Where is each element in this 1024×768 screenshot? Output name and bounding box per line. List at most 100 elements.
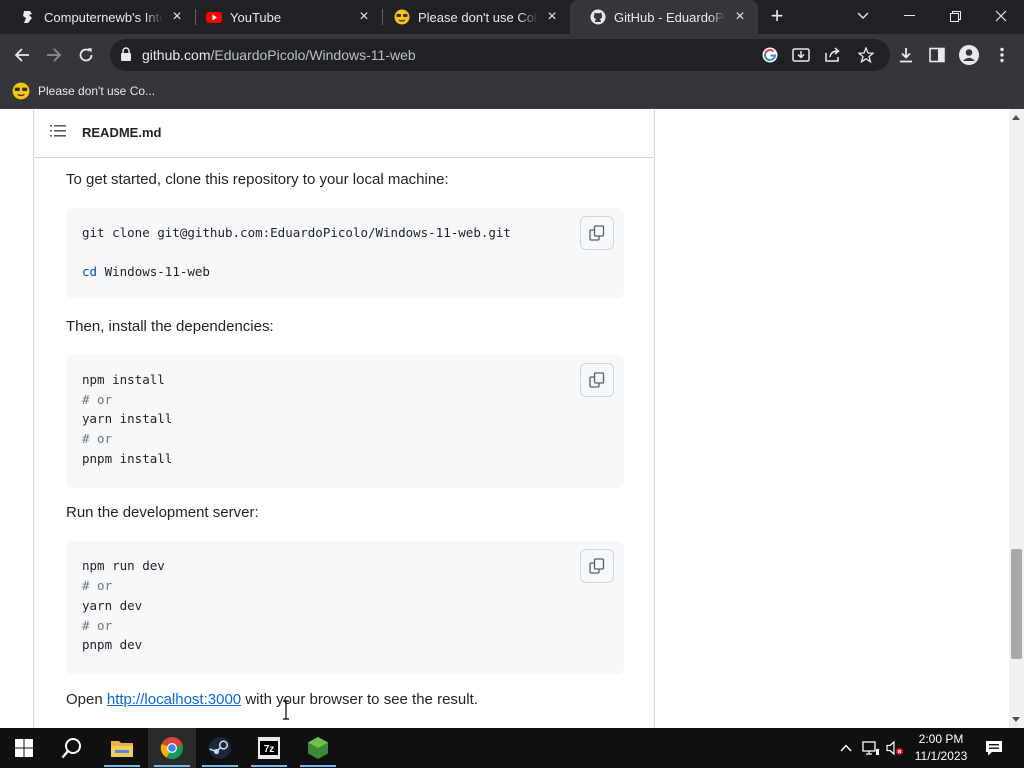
restore-button[interactable] — [932, 0, 978, 32]
code-line: pnpm install — [82, 451, 173, 466]
open-suffix: with your browser to see the result. — [245, 691, 478, 708]
tab-computernewb[interactable]: Computernewb's Inter × — [0, 0, 195, 34]
clone-code-block: git clone git@github.com:EduardoPicolo/W… — [66, 208, 624, 298]
url-path: /EduardoPicolo/Windows-11-web — [210, 47, 416, 63]
chrome-button[interactable] — [148, 728, 196, 768]
run-text: Run the development server: — [66, 504, 259, 521]
address-bar[interactable]: github.com/EduardoPicolo/Windows-11-web — [110, 39, 890, 71]
7zip-button[interactable]: 7z — [245, 728, 293, 768]
code-line: npm run dev — [82, 558, 165, 573]
search-button[interactable] — [48, 728, 96, 768]
close-icon — [995, 10, 1007, 22]
chevron-down-icon — [857, 12, 869, 19]
tab-github[interactable]: GitHub - EduardoPicol × — [570, 0, 758, 34]
code-line: cd Windows-11-web — [82, 264, 210, 279]
taskbar: 7z 2:00 PM 11/1/2023 — [0, 728, 1024, 768]
file-explorer-button[interactable] — [98, 728, 146, 768]
install-text: Then, install the dependencies: — [66, 318, 274, 335]
google-icon — [762, 47, 778, 63]
menu-button[interactable] — [991, 44, 1013, 66]
volume-button[interactable] — [884, 728, 906, 768]
code-comment: # or — [82, 618, 113, 633]
share-button[interactable] — [823, 45, 843, 65]
tab-youtube[interactable]: YouTube × — [186, 0, 382, 34]
system-clock[interactable]: 2:00 PM 11/1/2023 — [910, 731, 972, 765]
readme-filename: README.md — [82, 125, 162, 140]
notification-icon — [986, 741, 1002, 756]
close-tab-icon[interactable]: × — [169, 9, 185, 25]
notifications-button[interactable] — [980, 728, 1008, 768]
minimize-button[interactable] — [886, 0, 932, 32]
side-panel-button[interactable] — [926, 44, 948, 66]
tab-title: YouTube — [230, 9, 282, 25]
copy-button[interactable] — [580, 216, 614, 250]
code-arg: Windows-11-web — [104, 264, 210, 279]
network-icon — [862, 741, 879, 755]
star-icon — [858, 47, 874, 63]
reload-icon — [79, 48, 93, 62]
restore-icon — [949, 10, 961, 22]
7zip-label: 7z — [264, 744, 275, 755]
reload-button[interactable] — [70, 39, 102, 71]
close-tab-icon[interactable]: × — [544, 9, 560, 25]
copy-button[interactable] — [580, 363, 614, 397]
close-tab-icon[interactable]: × — [356, 9, 372, 25]
nodejs-icon — [308, 737, 328, 759]
google-lens-button[interactable] — [760, 45, 780, 65]
minimize-icon — [903, 15, 915, 16]
emoji-icon — [12, 82, 30, 100]
tab-search-button[interactable] — [840, 0, 886, 32]
run-code-block: npm run dev # or yarn dev # or pnpm dev — [66, 541, 624, 674]
install-icon — [792, 48, 810, 62]
close-tab-icon[interactable]: × — [732, 9, 748, 25]
search-icon — [61, 738, 81, 759]
url-text: github.com/EduardoPicolo/Windows-11-web — [142, 47, 416, 63]
network-button[interactable] — [860, 728, 882, 768]
avatar-icon — [959, 45, 979, 65]
table-of-contents-icon[interactable] — [50, 124, 66, 138]
readme-box: README.md To get started, clone this rep… — [33, 109, 655, 728]
nodejs-button[interactable] — [294, 728, 342, 768]
kebab-menu-icon — [1000, 47, 1004, 63]
show-hidden-icons-button[interactable] — [836, 728, 856, 768]
url-host: github.com — [142, 47, 211, 63]
back-button[interactable] — [6, 39, 38, 71]
steam-icon — [209, 737, 231, 759]
localhost-link[interactable]: http://localhost:3000 — [107, 691, 241, 708]
tab-strip: Computernewb's Inter × YouTube × Please … — [0, 0, 1024, 34]
download-icon — [900, 48, 912, 63]
arrow-right-icon — [47, 48, 62, 62]
start-button[interactable] — [0, 728, 48, 768]
share-icon — [825, 47, 840, 62]
code-comment: # or — [82, 578, 113, 593]
steam-button[interactable] — [196, 728, 244, 768]
volume-muted-icon — [886, 740, 903, 756]
copy-button[interactable] — [580, 549, 614, 583]
close-window-button[interactable] — [978, 0, 1024, 32]
install-app-button[interactable] — [791, 45, 811, 65]
bookmark-item[interactable]: Please don't use Co... — [12, 82, 155, 100]
scrollbar-thumb[interactable] — [1011, 549, 1022, 659]
intro-text: To get started, clone this repository to… — [66, 171, 449, 188]
side-panel-icon — [929, 47, 945, 63]
tab-title: Computernewb's Inter — [44, 9, 163, 25]
bookmark-label: Please don't use Co... — [38, 84, 156, 98]
copy-icon — [589, 558, 605, 574]
forward-button[interactable] — [38, 39, 70, 71]
scroll-up-arrow[interactable] — [1012, 115, 1020, 120]
code-comment: # or — [82, 431, 113, 446]
profile-button[interactable] — [958, 44, 980, 66]
downloads-button[interactable] — [895, 44, 917, 66]
bookmark-star-button[interactable] — [856, 45, 876, 65]
install-code-block: npm install # or yarn install # or pnpm … — [66, 355, 624, 488]
tab-collabvm[interactable]: Please don't use Colla × — [374, 0, 570, 34]
lock-icon[interactable] — [120, 47, 132, 62]
code-line: pnpm dev — [82, 637, 143, 652]
page-scrollbar[interactable] — [1009, 109, 1024, 728]
scroll-down-arrow[interactable] — [1012, 717, 1020, 722]
youtube-icon — [206, 12, 222, 23]
copy-icon — [589, 372, 605, 388]
web-page: README.md To get started, clone this rep… — [0, 109, 1009, 728]
start-icon — [15, 739, 33, 757]
new-tab-button[interactable]: + — [766, 5, 788, 28]
